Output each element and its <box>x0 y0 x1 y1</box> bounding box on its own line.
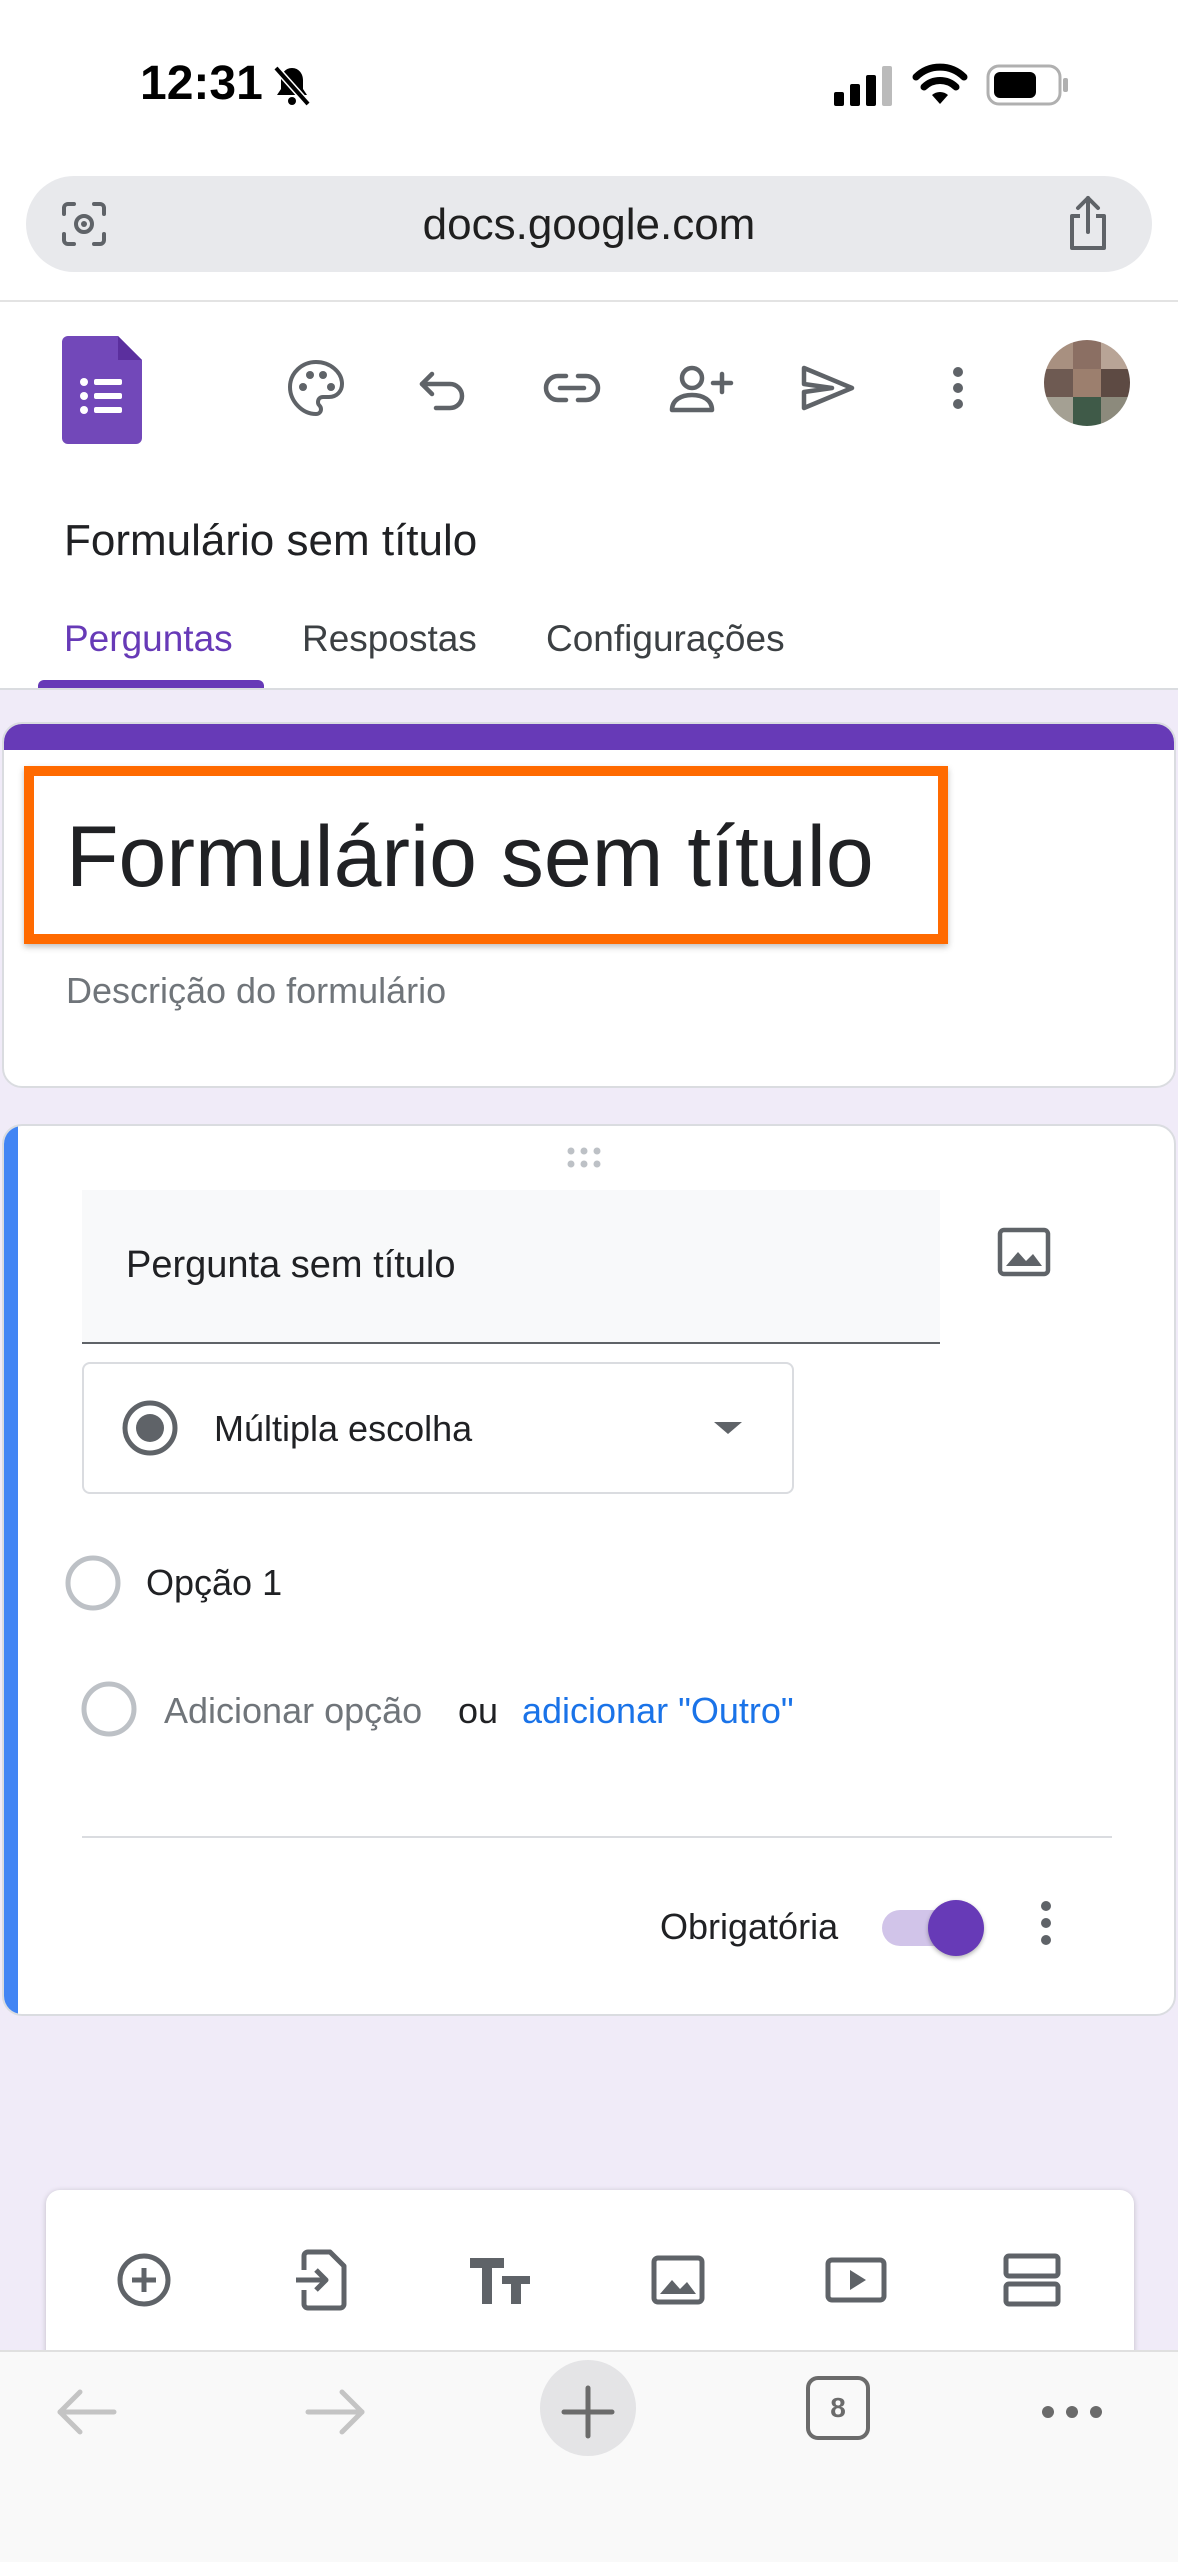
question-title: Pergunta sem título <box>126 1244 456 1286</box>
drag-handle-icon[interactable] <box>566 1146 612 1175</box>
undo-icon[interactable] <box>406 350 482 426</box>
back-arrow-icon[interactable] <box>36 2362 136 2462</box>
active-question-bar <box>4 1126 18 2014</box>
or-text: ou <box>458 1690 499 1731</box>
highlight-box <box>24 766 948 944</box>
wifi-icon <box>912 62 968 111</box>
avatar[interactable] <box>1044 340 1130 426</box>
tab-configuracoes[interactable]: Configurações <box>546 618 785 660</box>
active-tab-indicator <box>38 680 264 688</box>
form-description[interactable]: Descrição do formulário <box>66 970 446 1012</box>
tab-count: 8 <box>830 2392 846 2423</box>
required-label: Obrigatória <box>660 1906 839 1947</box>
plus-icon <box>538 2362 638 2462</box>
bell-muted-icon <box>272 64 312 113</box>
chevron-down-icon <box>710 1418 746 1443</box>
palette-icon[interactable] <box>278 350 354 426</box>
url-text: docs.google.com <box>422 200 756 249</box>
more-vert-icon[interactable] <box>920 350 996 426</box>
share-icon[interactable] <box>1062 194 1114 259</box>
more-vert-icon[interactable] <box>1036 1896 1056 1955</box>
accent-bar <box>4 724 1174 750</box>
tabs-button[interactable]: 8 <box>806 2376 870 2440</box>
address-bar[interactable]: docs.google.com <box>26 176 1152 272</box>
status-time: 12:31 <box>140 57 263 110</box>
radio-unselected-icon <box>80 1680 138 1743</box>
google-forms-logo-icon[interactable] <box>62 336 142 444</box>
add-question-icon[interactable] <box>104 2240 184 2320</box>
tab-respostas[interactable]: Respostas <box>302 618 477 660</box>
add-option-button[interactable]: Adicionar opção <box>164 1690 422 1732</box>
question-type-label: Múltipla escolha <box>214 1408 473 1449</box>
tab-perguntas[interactable]: Perguntas <box>64 618 233 660</box>
link-icon[interactable] <box>534 350 610 426</box>
add-collaborator-icon[interactable] <box>662 350 738 426</box>
add-section-icon[interactable] <box>992 2240 1072 2320</box>
battery-icon <box>986 64 1070 111</box>
required-toggle-thumb[interactable] <box>928 1900 984 1956</box>
option-label[interactable]: Opção 1 <box>146 1562 282 1604</box>
add-other-button[interactable]: adicionar "Outro" <box>522 1690 794 1732</box>
forward-arrow-icon[interactable] <box>286 2362 386 2462</box>
import-questions-icon[interactable] <box>282 2240 362 2320</box>
radio-unselected-icon[interactable] <box>64 1554 122 1617</box>
divider <box>82 1836 1112 1838</box>
add-video-icon[interactable] <box>816 2240 896 2320</box>
signal-icon <box>834 66 894 111</box>
send-icon[interactable] <box>790 350 866 426</box>
add-image-icon[interactable] <box>996 1226 1052 1283</box>
radio-selected-icon <box>120 1398 180 1463</box>
document-title[interactable]: Formulário sem título <box>64 516 477 566</box>
more-horiz-icon[interactable] <box>1022 2362 1122 2462</box>
divider <box>0 300 1178 302</box>
add-image-icon[interactable] <box>638 2240 718 2320</box>
add-title-icon[interactable] <box>460 2240 540 2320</box>
